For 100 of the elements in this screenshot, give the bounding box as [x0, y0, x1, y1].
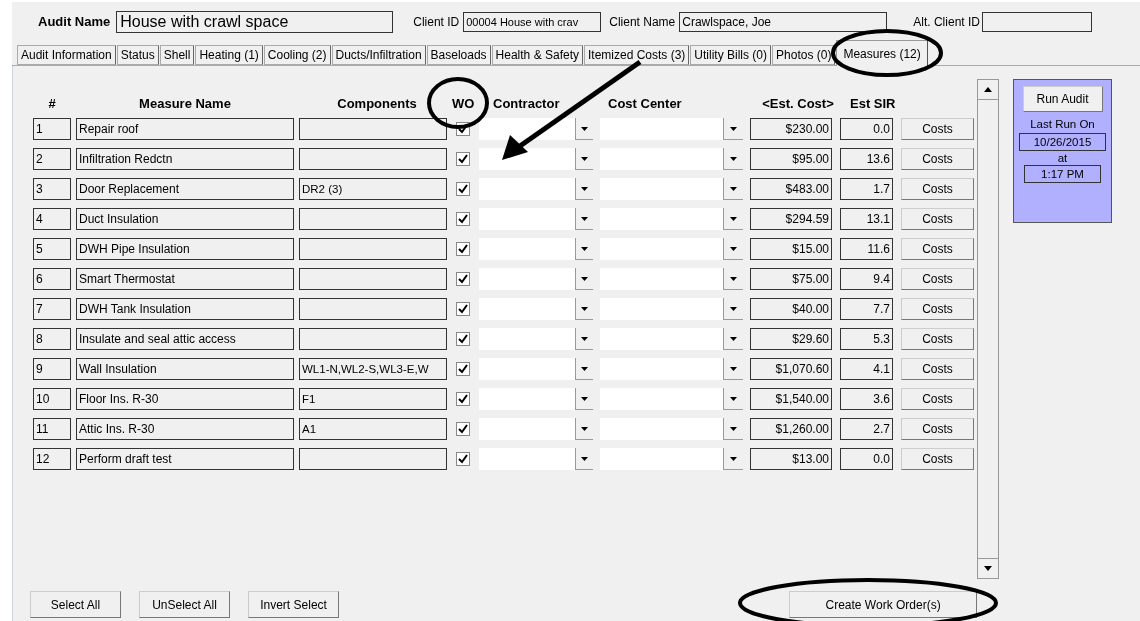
checkbox[interactable]	[456, 242, 470, 256]
tab[interactable]: Photos (0)	[772, 45, 836, 65]
components-field[interactable]: DR2 (3)	[299, 178, 447, 200]
components-field[interactable]: WL1-N,WL2-S,WL3-E,W	[299, 358, 447, 380]
checkbox[interactable]	[456, 422, 470, 436]
measure-name-field[interactable]: Duct Insulation	[76, 208, 294, 230]
measure-name-field[interactable]: Attic Ins. R-30	[76, 418, 294, 440]
est-cost-field: $483.00	[750, 178, 832, 200]
number-field: 7	[33, 298, 71, 320]
run-audit-button[interactable]: Run Audit	[1022, 86, 1103, 112]
number-field: 10	[33, 388, 71, 410]
tab[interactable]: Baseloads	[426, 45, 491, 65]
column-header: Measure Name	[138, 95, 232, 114]
tab[interactable]: Shell	[159, 45, 195, 65]
alt-client-id-field[interactable]	[981, 12, 1092, 32]
components-field[interactable]: A1	[299, 418, 447, 440]
contractor-dropdown[interactable]	[479, 148, 593, 170]
components-field[interactable]	[299, 328, 447, 350]
tab[interactable]: Utility Bills (0)	[690, 45, 772, 65]
measure-name-field[interactable]: Floor Ins. R-30	[76, 388, 294, 410]
select-button[interactable]: Select All	[30, 591, 121, 618]
tab[interactable]: Status	[116, 45, 159, 65]
components-field[interactable]: F1	[299, 388, 447, 410]
create-work-order-button[interactable]: Create Work Order(s)	[789, 591, 977, 618]
checkbox[interactable]	[456, 152, 470, 166]
est-sir-field: 5.3	[840, 328, 893, 350]
costs-button[interactable]: Costs	[901, 448, 974, 470]
last-run-date-field: 10/26/2015	[1019, 133, 1106, 152]
annotation-circle	[427, 77, 489, 129]
checkbox[interactable]	[456, 362, 470, 376]
measure-name-field[interactable]: Perform draft test	[76, 448, 294, 470]
measure-name-field[interactable]: Insulate and seal attic access	[76, 328, 294, 350]
costs-button[interactable]: Costs	[901, 388, 974, 410]
measure-name-field[interactable]: Infiltration Redctn	[76, 148, 294, 170]
costs-button[interactable]: Costs	[901, 298, 974, 320]
components-field[interactable]	[299, 148, 447, 170]
components-field[interactable]	[299, 238, 447, 260]
est-sir-field: 7.7	[840, 298, 893, 320]
components-field[interactable]	[299, 208, 447, 230]
costs-button[interactable]: Costs	[901, 418, 974, 440]
est-cost-field: $75.00	[750, 268, 832, 290]
components-field[interactable]	[299, 298, 447, 320]
select-button[interactable]: Invert Select	[248, 591, 340, 618]
checkbox[interactable]	[456, 332, 470, 346]
est-sir-field: 0.0	[840, 448, 893, 470]
costs-button[interactable]: Costs	[901, 208, 974, 230]
components-field[interactable]	[299, 268, 447, 290]
est-cost-field: $13.00	[750, 448, 832, 470]
number-field: 3	[33, 178, 71, 200]
tab[interactable]: Health & Safety	[491, 45, 583, 65]
est-cost-field: $1,260.00	[750, 418, 832, 440]
costs-button[interactable]: Costs	[901, 268, 974, 290]
est-sir-field: 2.7	[840, 418, 893, 440]
column-header: Contractor	[492, 95, 561, 114]
number-field: 9	[33, 358, 71, 380]
measure-name-field[interactable]: Wall Insulation	[76, 358, 294, 380]
tab[interactable]: Heating (1)	[195, 45, 263, 65]
number-field: 6	[33, 268, 71, 290]
est-cost-field: $1,540.00	[750, 388, 832, 410]
audit-name-field[interactable]: House with crawl space	[116, 11, 394, 33]
checkbox[interactable]	[456, 302, 470, 316]
client-name-field[interactable]: Crawlspace, Joe	[679, 12, 888, 32]
field-label: Alt. Client ID	[913, 14, 980, 31]
last-run-label: Last Run On	[1030, 117, 1095, 132]
tab[interactable]: Audit Information	[17, 45, 116, 65]
measure-name-field[interactable]: DWH Tank Insulation	[76, 298, 294, 320]
est-sir-field: 3.6	[840, 388, 893, 410]
est-cost-field: $29.60	[750, 328, 832, 350]
costs-button[interactable]: Costs	[901, 118, 974, 140]
measure-name-field[interactable]: Door Replacement	[76, 178, 294, 200]
costs-button[interactable]: Costs	[901, 238, 974, 260]
costs-button[interactable]: Costs	[901, 178, 974, 200]
costs-button[interactable]: Costs	[901, 358, 974, 380]
number-field: 1	[33, 118, 71, 140]
number-field: 11	[33, 418, 71, 440]
checkbox[interactable]	[456, 182, 470, 196]
checkbox[interactable]	[456, 452, 470, 466]
costs-button[interactable]: Costs	[901, 148, 974, 170]
checkbox[interactable]	[456, 392, 470, 406]
contractor-dropdown[interactable]	[479, 118, 593, 140]
last-run-time-field: 1:17 PM	[1024, 165, 1101, 184]
components-field[interactable]	[299, 118, 447, 140]
measure-name-field[interactable]: Smart Thermostat	[76, 268, 294, 290]
checkbox[interactable]	[456, 212, 470, 226]
components-field[interactable]	[299, 448, 447, 470]
number-field: 2	[33, 148, 71, 170]
measure-name-field[interactable]: Repair roof	[76, 118, 294, 140]
client-id-field[interactable]: 00004 House with crav	[463, 12, 602, 32]
select-button[interactable]: UnSelect All	[139, 591, 231, 618]
measure-name-field[interactable]: DWH Pipe Insulation	[76, 238, 294, 260]
tab[interactable]: Measures (12)	[836, 40, 928, 66]
tab[interactable]: Itemized Costs (3)	[584, 45, 690, 65]
tab[interactable]: Ducts/Infiltration	[331, 45, 426, 65]
checkbox[interactable]	[456, 272, 470, 286]
number-field: 8	[33, 328, 71, 350]
est-cost-field: $294.59	[750, 208, 832, 230]
scrollbar[interactable]	[977, 79, 999, 579]
column-header: #	[47, 95, 57, 114]
costs-button[interactable]: Costs	[901, 328, 974, 350]
tab[interactable]: Cooling (2)	[263, 45, 331, 65]
